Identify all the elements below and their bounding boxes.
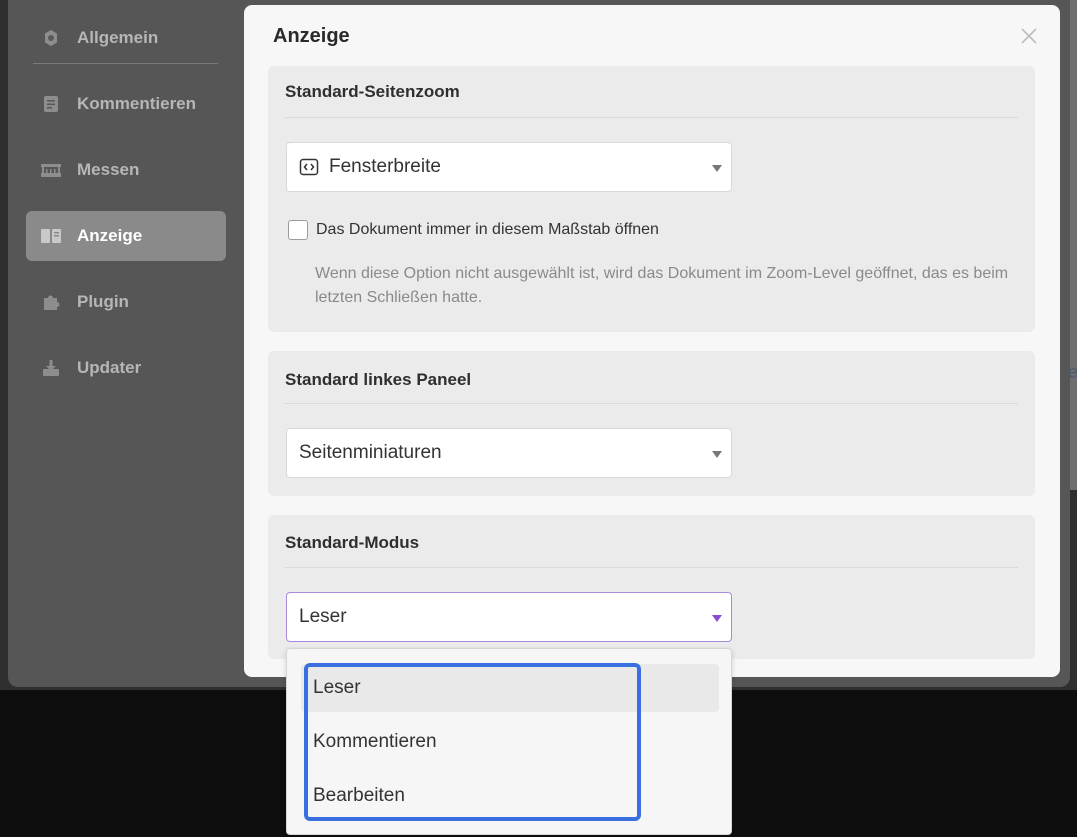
download-icon <box>39 356 63 380</box>
mode-panel-title: Standard-Modus <box>285 533 420 552</box>
mode-select[interactable]: Leser <box>286 592 732 642</box>
dialog-title: Anzeige <box>273 25 350 47</box>
settings-sidebar: Allgemein Kommentieren Messen Anzeige Pl… <box>8 0 244 687</box>
close-button[interactable] <box>1018 25 1040 47</box>
sidebar-item-label: Plugin <box>77 292 129 311</box>
zoom-checkbox-row[interactable]: Das Dokument immer in diesem Maßstab öff… <box>288 220 659 240</box>
zoom-hint: Wenn diese Option nicht ausgewählt ist, … <box>315 265 1009 306</box>
sidebar-divider <box>33 63 218 64</box>
left-panel-select-value: Seitenminiaturen <box>299 442 442 463</box>
sidebar-item-label: Allgemein <box>77 28 159 47</box>
mode-option-bearbeiten[interactable]: Bearbeiten <box>301 772 719 820</box>
display-settings-dialog: Anzeige Standard-Seitenzoom Fensterbreit… <box>244 5 1060 677</box>
chevron-down-icon <box>712 451 722 458</box>
puzzle-icon <box>39 290 63 314</box>
mode-panel: Standard-Modus Leser <box>268 515 1035 659</box>
panel-divider <box>285 567 1018 568</box>
sidebar-item-label: Kommentieren <box>77 94 197 113</box>
mode-select-value: Leser <box>299 606 347 627</box>
mode-dropdown-list: Leser Kommentieren Bearbeiten <box>286 648 732 835</box>
sidebar-item-messen[interactable]: Messen <box>26 145 226 195</box>
zoom-select-value: Fensterbreite <box>329 156 441 177</box>
close-icon <box>1021 28 1037 44</box>
sidebar-item-plugin[interactable]: Plugin <box>26 277 226 327</box>
panel-divider <box>285 403 1018 404</box>
sidebar-item-anzeige[interactable]: Anzeige <box>26 211 226 261</box>
chevron-down-icon <box>712 165 722 172</box>
zoom-select[interactable]: Fensterbreite <box>286 142 732 192</box>
mode-option-kommentieren[interactable]: Kommentieren <box>301 718 719 766</box>
sidebar-item-label: Anzeige <box>77 226 143 245</box>
comment-icon <box>39 92 63 116</box>
left-panel-title: Standard linkes Paneel <box>285 370 472 389</box>
panel-divider <box>285 117 1018 118</box>
sidebar-item-allgemein[interactable]: Allgemein <box>26 13 226 63</box>
left-panel-panel: Standard linkes Paneel Seitenminiaturen <box>268 351 1035 496</box>
ruler-icon <box>39 158 63 182</box>
left-panel-select[interactable]: Seitenminiaturen <box>286 428 732 478</box>
zoom-panel: Standard-Seitenzoom Fensterbreite Das Do… <box>268 66 1035 332</box>
chevron-down-icon <box>712 615 722 622</box>
mode-option-leser[interactable]: Leser <box>301 664 719 712</box>
zoom-checkbox-label: Das Dokument immer in diesem Maßstab öff… <box>316 221 659 238</box>
zoom-panel-title: Standard-Seitenzoom <box>285 82 460 101</box>
sidebar-item-label: Messen <box>77 160 140 179</box>
sidebar-item-kommentieren[interactable]: Kommentieren <box>26 79 226 129</box>
sidebar-item-label: Updater <box>77 358 142 377</box>
zoom-checkbox[interactable] <box>288 220 308 240</box>
book-icon <box>39 224 63 248</box>
fit-width-icon <box>299 158 319 176</box>
sidebar-item-updater[interactable]: Updater <box>26 343 226 393</box>
gear-icon <box>39 26 63 50</box>
